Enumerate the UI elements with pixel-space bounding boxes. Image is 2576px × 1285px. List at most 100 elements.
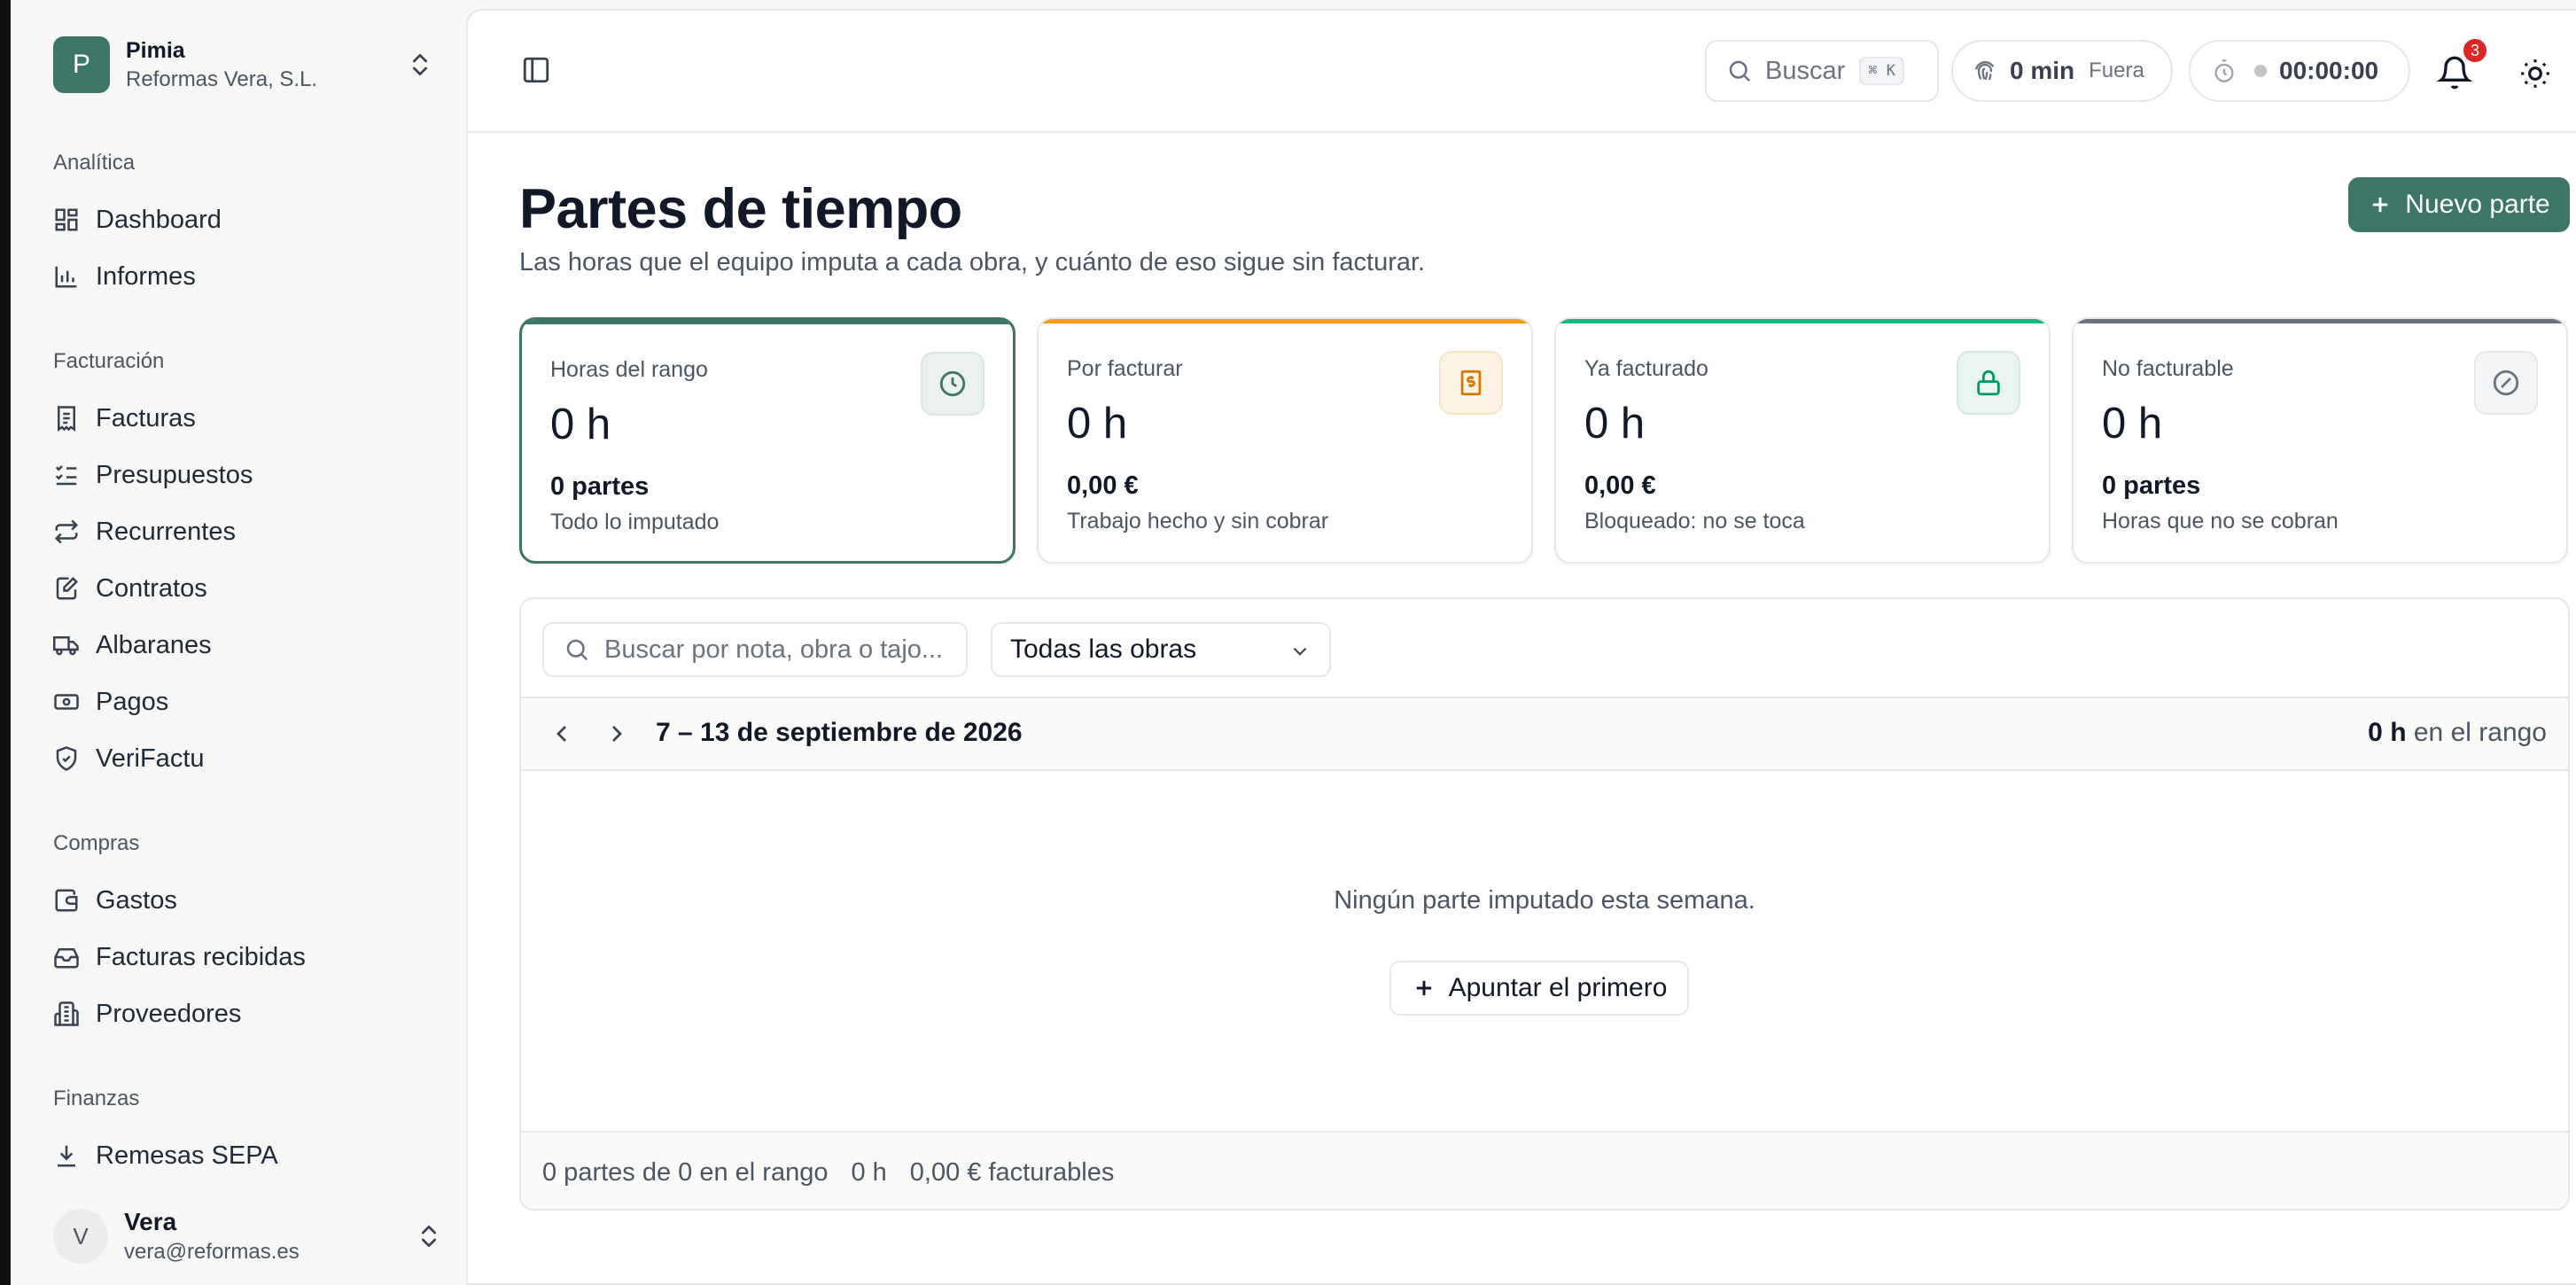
plus-icon	[2373, 197, 2388, 213]
user-text: Vera vera@reformas.es	[124, 1208, 300, 1265]
section-label-analitica: Analítica	[53, 151, 136, 175]
contract-icon	[56, 576, 79, 600]
kpi-card-ya-facturado[interactable]: Ya facturado 0 h 0,00 € Bloqueado: no se…	[1554, 317, 2051, 564]
sidebar: P Pimia Reformas Vera, S.L. Analítica Da…	[11, 0, 466, 1285]
invoice-icon	[58, 406, 75, 432]
sidebar-item-label: VeriFactu	[96, 744, 205, 773]
sidebar-item-label: Presupuestos	[96, 460, 253, 489]
sidebar-item-label: Albaranes	[96, 630, 212, 659]
notifications-badge: 3	[2462, 37, 2488, 64]
chevrons-up-down-icon	[413, 54, 427, 75]
obra-select-value: Todas las obras	[1010, 635, 1197, 664]
receipt-icon	[1460, 370, 1482, 396]
sidebar-item-label: Facturas	[96, 403, 196, 432]
org-text: Pimia Reformas Vera, S.L.	[126, 38, 317, 92]
page-title: Partes de tiempo	[519, 178, 962, 240]
entries-search-input[interactable]	[604, 635, 950, 665]
org-company: Reformas Vera, S.L.	[126, 66, 318, 91]
search-icon	[566, 639, 588, 661]
add-first-entry-label: Apuntar el primero	[1448, 973, 1668, 1002]
search-shortcut: ⌘ K	[1859, 57, 1904, 85]
footer-billable: 0,00 € facturables	[909, 1157, 1115, 1187]
shield-check-icon	[56, 746, 77, 771]
card-value: 0 h	[1067, 400, 1128, 448]
dashboard-icon	[55, 208, 78, 231]
search-label: Buscar	[1765, 56, 1846, 85]
card-foot: 0 partes	[2102, 471, 2201, 500]
clock-in-status[interactable]: 0 min Fuera	[1951, 40, 2173, 102]
card-accent-bar	[1556, 319, 2049, 323]
card-icon-box	[1439, 351, 1503, 415]
card-label: No facturable	[2102, 356, 2234, 381]
footer-count: 0 partes de 0 en el rango	[542, 1157, 829, 1187]
new-entry-button[interactable]: Nuevo parte	[2348, 177, 2570, 232]
week-range-label: 7 – 13 de septiembre de 2026	[656, 718, 1023, 747]
footer-hours: 0 h	[851, 1157, 887, 1187]
card-note: Todo lo imputado	[550, 510, 720, 534]
chevron-right-icon[interactable]	[603, 720, 631, 748]
main-panel: Buscar ⌘ K 0 min Fuera 00:00:00 3 Partes…	[466, 9, 2576, 1285]
app-frame: P Pimia Reformas Vera, S.L. Analítica Da…	[11, 0, 2576, 1285]
sidebar-item-label: Informes	[96, 261, 196, 291]
sidebar-item-verifactu[interactable]: VeriFactu	[53, 736, 443, 782]
new-entry-label: Nuevo parte	[2405, 190, 2550, 219]
card-icon-box	[921, 352, 984, 416]
card-foot: 0 partes	[550, 472, 650, 501]
search-icon	[1729, 60, 1751, 82]
stopwatch-icon	[2214, 59, 2234, 82]
sidebar-item-recurrentes[interactable]: Recurrentes	[53, 509, 443, 555]
chevron-left-icon[interactable]	[548, 720, 576, 748]
banknote-icon	[54, 694, 79, 710]
sidebar-item-albaranes[interactable]: Albaranes	[53, 622, 443, 668]
user-menu[interactable]: V Vera vera@reformas.es	[53, 1203, 443, 1269]
add-first-entry-button[interactable]: Apuntar el primero	[1389, 961, 1689, 1016]
building-icon	[54, 1001, 79, 1026]
sidebar-item-dashboard[interactable]: Dashboard	[53, 197, 443, 243]
page-subtitle: Las horas que el equipo imputa a cada ob…	[519, 248, 1426, 276]
sidebar-item-label: Remesas SEPA	[96, 1141, 278, 1170]
kpi-card-horas-rango[interactable]: Horas del rango 0 h 0 partes Todo lo imp…	[519, 317, 1016, 564]
clock-status: Fuera	[2089, 58, 2144, 82]
sidebar-item-label: Dashboard	[96, 205, 222, 234]
sidebar-item-facturas[interactable]: Facturas	[53, 395, 443, 441]
sidebar-item-label: Facturas recibidas	[96, 942, 306, 971]
range-suffix: en el rango	[2413, 718, 2547, 747]
sidebar-item-contratos[interactable]: Contratos	[53, 565, 443, 611]
card-label: Ya facturado	[1584, 356, 1708, 381]
org-switcher[interactable]: P Pimia Reformas Vera, S.L.	[53, 35, 434, 94]
timer-status-dot	[2254, 65, 2267, 77]
sidebar-item-remesas-sepa[interactable]: Remesas SEPA	[53, 1133, 443, 1179]
card-note: Bloqueado: no se toca	[1584, 509, 1805, 533]
section-label-compras: Compras	[53, 831, 140, 855]
timer-value: 00:00:00	[2279, 57, 2379, 84]
sidebar-toggle-icon[interactable]	[521, 55, 551, 85]
entries-search-field[interactable]	[542, 622, 968, 677]
repeat-icon	[54, 519, 79, 544]
user-avatar: V	[53, 1209, 108, 1264]
sidebar-item-informes[interactable]: Informes	[53, 253, 443, 300]
chevron-down-icon	[1293, 647, 1307, 656]
topbar: Buscar ⌘ K 0 min Fuera 00:00:00 3	[468, 11, 2576, 133]
timer-control[interactable]: 00:00:00	[2189, 40, 2410, 102]
kpi-card-no-facturable[interactable]: No facturable 0 h 0 partes Horas que no …	[2072, 317, 2568, 564]
card-label: Horas del rango	[550, 357, 708, 382]
sidebar-item-presupuestos[interactable]: Presupuestos	[53, 452, 443, 498]
card-value: 0 h	[2102, 400, 2163, 448]
bar-chart-icon	[55, 266, 77, 288]
card-label: Por facturar	[1067, 356, 1183, 381]
section-label-facturacion: Facturación	[53, 349, 165, 373]
sidebar-item-gastos[interactable]: Gastos	[53, 877, 443, 923]
sidebar-item-proveedores[interactable]: Proveedores	[53, 991, 443, 1037]
card-accent-bar	[522, 320, 1013, 324]
sidebar-item-pagos[interactable]: Pagos	[53, 679, 443, 725]
user-email: vera@reformas.es	[124, 1240, 300, 1264]
global-search-button[interactable]: Buscar ⌘ K	[1705, 40, 1939, 102]
section-label-finanzas: Finanzas	[53, 1086, 140, 1110]
kpi-card-por-facturar[interactable]: Por facturar 0 h 0,00 € Trabajo hecho y …	[1037, 317, 1533, 564]
range-hours: 0 h	[2368, 718, 2407, 747]
sun-icon[interactable]	[2518, 57, 2552, 90]
obra-select[interactable]: Todas las obras	[991, 622, 1331, 677]
sidebar-item-label: Gastos	[96, 885, 177, 915]
sidebar-item-facturas-recibidas[interactable]: Facturas recibidas	[53, 934, 443, 980]
plus-icon	[1416, 980, 1431, 996]
